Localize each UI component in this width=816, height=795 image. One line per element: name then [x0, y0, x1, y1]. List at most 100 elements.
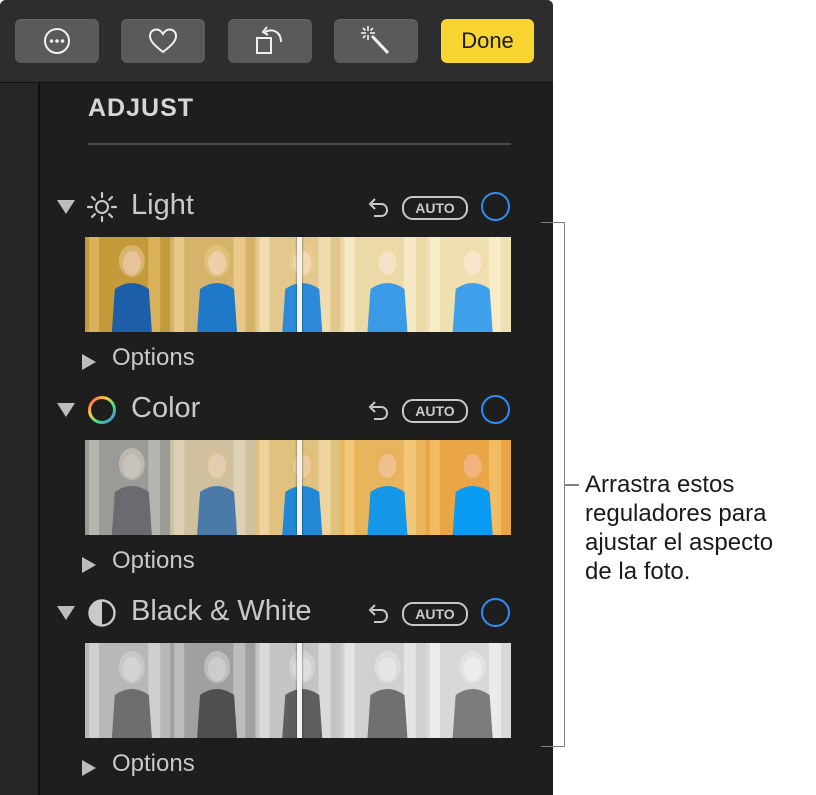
- section-color: Color AUTO Options: [0, 392, 553, 592]
- magic-wand-icon: [361, 26, 390, 55]
- curtain-fold: [344, 440, 355, 535]
- callout-bracket: [541, 222, 565, 747]
- favorite-button[interactable]: [121, 19, 205, 63]
- curtain-fold: [259, 237, 270, 332]
- auto-button[interactable]: AUTO: [402, 602, 468, 626]
- face: [463, 251, 482, 275]
- face: [463, 657, 482, 681]
- undo-icon[interactable]: [364, 398, 390, 424]
- dress: [452, 689, 493, 738]
- curtain-fold: [174, 237, 185, 332]
- section-label: Light: [131, 189, 194, 221]
- rotate-icon: [256, 26, 282, 54]
- section-light: Light AUTO Options: [0, 189, 553, 389]
- face: [378, 251, 397, 275]
- callout-text: Arrastra estos reguladores para ajustar …: [585, 470, 816, 586]
- curtain-fold: [89, 440, 99, 535]
- thumbnail-frame: [85, 237, 171, 332]
- face: [122, 657, 141, 681]
- undo-icon[interactable]: [364, 601, 390, 627]
- options-toggle[interactable]: Options: [112, 344, 195, 372]
- curtain-fold: [429, 643, 440, 738]
- face: [122, 454, 141, 478]
- thumbnail-frame: [170, 237, 256, 332]
- enable-toggle[interactable]: [481, 192, 510, 221]
- panel-title: ADJUST: [88, 94, 195, 122]
- auto-button[interactable]: AUTO: [402, 196, 468, 220]
- enhance-button[interactable]: [334, 19, 418, 63]
- done-button[interactable]: Done: [441, 19, 534, 63]
- ellipsis-circle-icon: [44, 28, 70, 54]
- rotate-button[interactable]: [228, 19, 312, 63]
- disclosure-right-icon[interactable]: [82, 760, 96, 776]
- sun-icon: [86, 191, 118, 223]
- face: [293, 251, 312, 275]
- face: [378, 657, 397, 681]
- slider-handle[interactable]: [297, 237, 302, 332]
- curtain-fold: [89, 643, 99, 738]
- dress: [282, 283, 323, 332]
- disclosure-down-icon[interactable]: [57, 606, 75, 620]
- dress: [367, 283, 408, 332]
- options-toggle[interactable]: Options: [112, 547, 195, 575]
- curtain-fold: [174, 643, 185, 738]
- callout-line: ajustar el aspecto: [585, 529, 774, 556]
- thumbnail-frame: [425, 440, 511, 535]
- face: [463, 454, 482, 478]
- dress: [111, 283, 152, 332]
- slider-handle[interactable]: [297, 643, 302, 738]
- dress: [282, 689, 323, 738]
- dress: [452, 283, 493, 332]
- dress: [452, 486, 493, 535]
- face: [378, 454, 397, 478]
- thumbnail-frame: [170, 643, 256, 738]
- thumbnail-frame: [85, 440, 171, 535]
- curtain-fold: [344, 643, 355, 738]
- face: [208, 657, 227, 681]
- dress: [111, 689, 152, 738]
- face: [293, 657, 312, 681]
- thumbnail-frame: [85, 643, 171, 738]
- callout-line: reguladores para: [585, 500, 767, 527]
- title-divider: [88, 143, 511, 145]
- curtain-fold: [259, 440, 270, 535]
- thumbnail-frame: [170, 440, 256, 535]
- adjust-panel: Done ADJUST Light AUTO Options Color AUT…: [0, 0, 553, 795]
- callout-leader: [565, 484, 579, 486]
- face: [293, 454, 312, 478]
- thumbnail-frame: [340, 643, 427, 738]
- section-label: Color: [131, 392, 201, 424]
- slider-handle[interactable]: [297, 440, 302, 535]
- disclosure-down-icon[interactable]: [57, 403, 75, 417]
- thumbnail-frame: [425, 643, 511, 738]
- section-black-white: Black & White AUTO Options: [0, 595, 553, 795]
- dress: [282, 486, 323, 535]
- enable-toggle[interactable]: [481, 598, 510, 627]
- disclosure-right-icon[interactable]: [82, 354, 96, 370]
- dress: [197, 689, 238, 738]
- curtain-fold: [429, 237, 440, 332]
- dress: [367, 486, 408, 535]
- auto-button[interactable]: AUTO: [402, 399, 468, 423]
- more-options-button[interactable]: [15, 19, 99, 63]
- thumbnail-frame: [425, 237, 511, 332]
- callout-line: de la foto.: [585, 558, 691, 585]
- curtain-fold: [89, 237, 99, 332]
- enable-toggle[interactable]: [481, 395, 510, 424]
- dress: [197, 486, 238, 535]
- dress: [197, 283, 238, 332]
- heart-icon: [148, 28, 178, 54]
- face: [208, 454, 227, 478]
- face: [122, 251, 141, 275]
- disclosure-right-icon[interactable]: [82, 557, 96, 573]
- disclosure-down-icon[interactable]: [57, 200, 75, 214]
- curtain-fold: [344, 237, 355, 332]
- options-toggle[interactable]: Options: [112, 750, 195, 778]
- half-circle-icon: [88, 599, 116, 627]
- undo-icon[interactable]: [364, 195, 390, 221]
- face: [208, 251, 227, 275]
- thumbnail-frame: [340, 440, 427, 535]
- thumbnail-frame: [340, 237, 427, 332]
- section-label: Black & White: [131, 595, 312, 627]
- color-wheel-icon: [88, 396, 116, 424]
